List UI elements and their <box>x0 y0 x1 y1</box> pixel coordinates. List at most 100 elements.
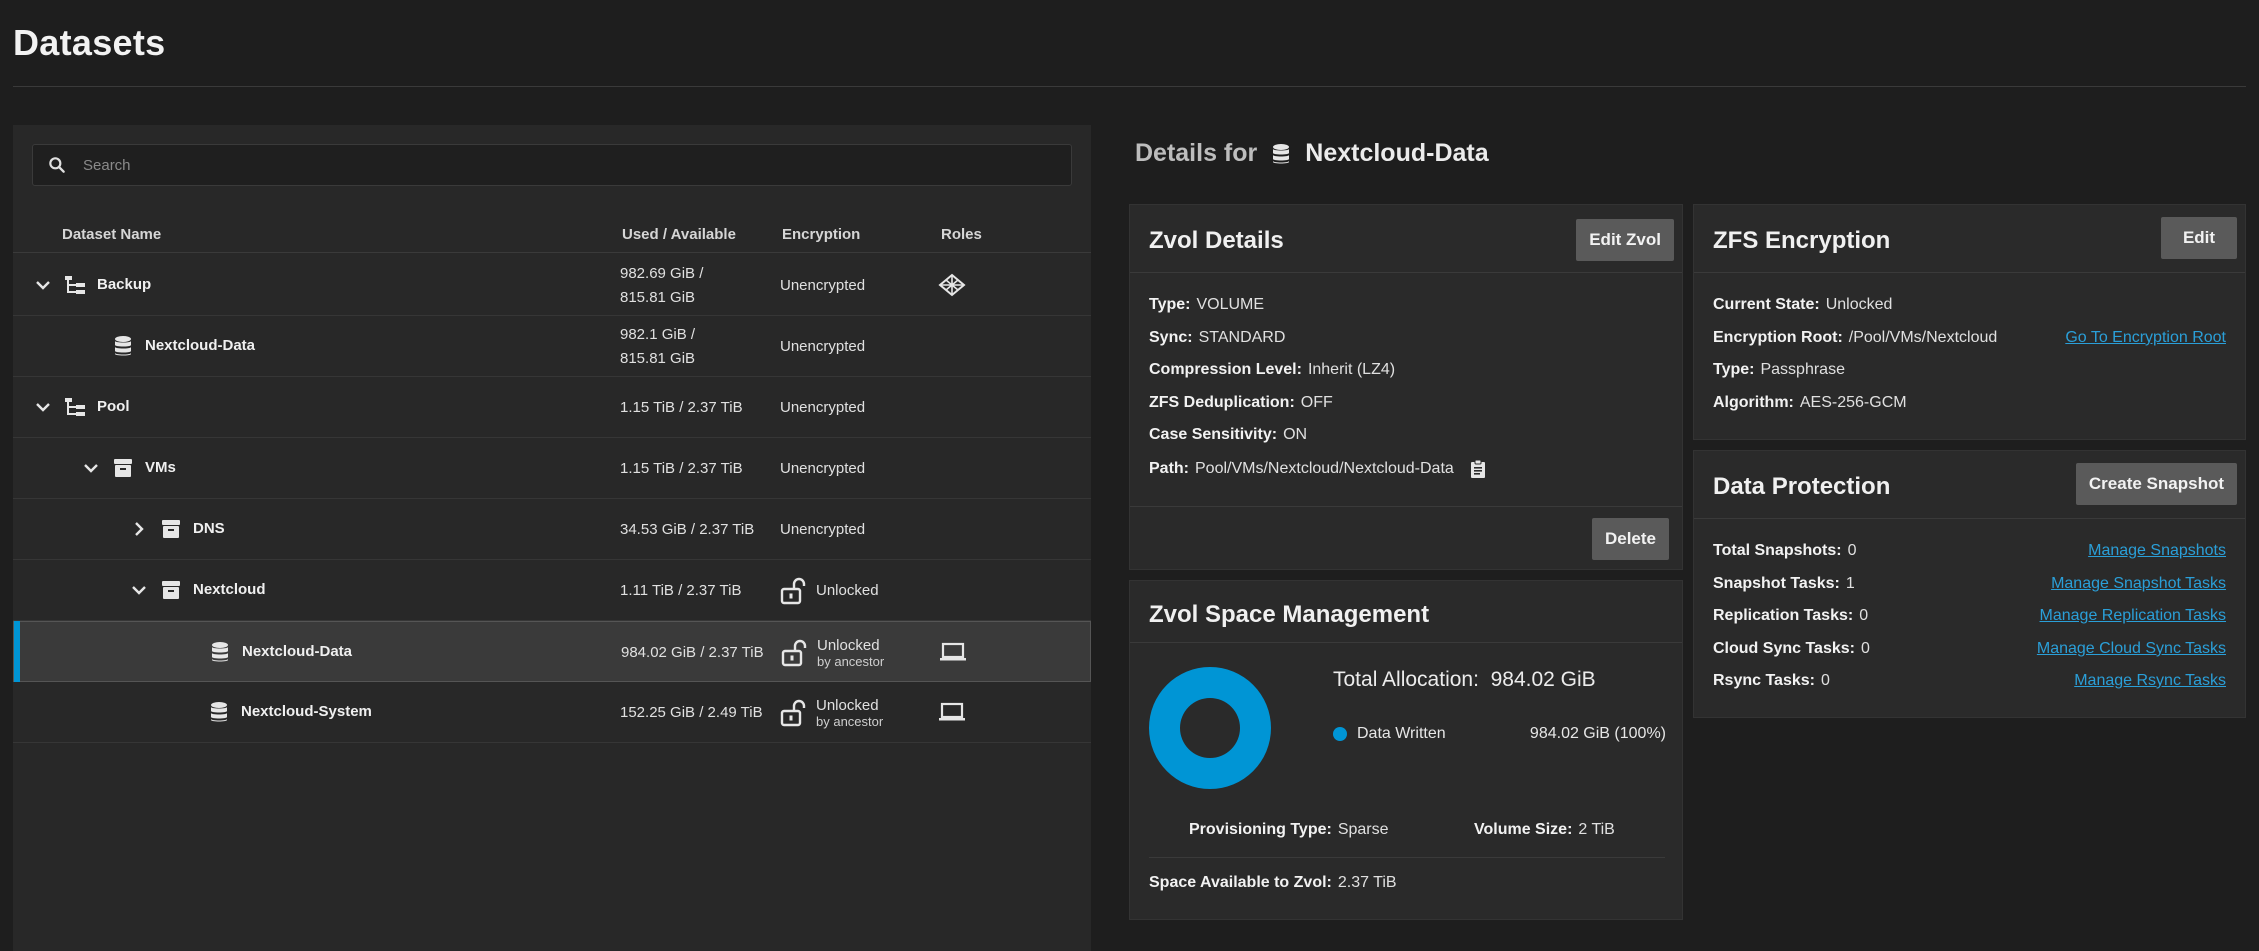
dataset-name: Nextcloud-System <box>241 703 372 720</box>
delete-button[interactable]: Delete <box>1591 518 1669 560</box>
dataset-name: DNS <box>193 520 225 537</box>
field-label: Path: <box>1149 460 1189 477</box>
archive-icon <box>162 581 180 599</box>
encryption-root: Encryption Root: /Pool/VMs/Nextcloud <box>1713 329 1997 347</box>
used-line: 982.1 GiB / <box>620 325 696 343</box>
available-line: 815.81 GiB <box>620 288 696 306</box>
field-label: Replication Tasks: <box>1713 607 1854 624</box>
pool-tree-icon <box>65 398 85 416</box>
field-value: Inherit (LZ4) <box>1307 361 1396 378</box>
create-snapshot-button[interactable]: Create Snapshot <box>2075 463 2237 505</box>
field-label: Type: <box>1149 296 1191 313</box>
dataset-name: Pool <box>97 398 130 415</box>
encryption-status: Unencrypted <box>780 460 866 477</box>
field-value: AES-256-GCM <box>1799 394 1907 411</box>
provisioning-type: Provisioning Type: Sparse <box>1189 821 1389 839</box>
used-available: 1.15 TiB / 2.37 TiB <box>620 398 743 416</box>
field-label: Volume Size: <box>1474 821 1573 838</box>
edit-encryption-button[interactable]: Edit <box>2161 217 2237 259</box>
tree-row-dns[interactable]: DNS 34.53 GiB / 2.37 TiB Unencrypted <box>13 499 1091 560</box>
page-title: Datasets <box>13 22 166 63</box>
search-box[interactable] <box>32 144 1072 186</box>
manage-replication-tasks-link[interactable]: Manage Replication Tasks <box>2040 607 2226 625</box>
chevron-right-icon[interactable] <box>129 519 149 539</box>
zvol-sync: Sync: STANDARD <box>1149 329 1285 347</box>
dataset-name: Nextcloud <box>193 581 266 598</box>
used-available: 34.53 GiB / 2.37 TiB <box>620 520 755 538</box>
field-value: 2.37 TiB <box>1337 874 1397 891</box>
manage-snapshot-tasks-link[interactable]: Manage Snapshot Tasks <box>2051 575 2226 593</box>
total-allocation-value: 984.02 GiB <box>1490 668 1596 691</box>
tree-row-nextcloud[interactable]: Nextcloud 1.11 TiB / 2.37 TiB Unlocked <box>13 560 1091 621</box>
manage-cloud-sync-tasks-link[interactable]: Manage Cloud Sync Tasks <box>2037 640 2226 658</box>
vm-role-icon <box>939 702 965 721</box>
database-icon <box>1273 143 1290 163</box>
field-label: Rsync Tasks: <box>1713 672 1815 689</box>
chevron-down-icon[interactable] <box>81 458 101 478</box>
go-to-encryption-root-link[interactable]: Go To Encryption Root <box>2065 329 2226 347</box>
replication-tasks: Replication Tasks: 0 <box>1713 607 1868 625</box>
chevron-down-icon[interactable] <box>33 275 53 295</box>
tree-row-nextcloud-system[interactable]: Nextcloud-System 152.25 GiB / 2.49 TiB U… <box>13 682 1091 743</box>
encryption-status: Unencrypted <box>780 521 866 538</box>
field-value: 0 <box>1820 672 1830 689</box>
archive-icon <box>162 520 180 538</box>
encryption-algorithm: Algorithm: AES-256-GCM <box>1713 394 1907 412</box>
volume-size: Volume Size: 2 TiB <box>1474 821 1615 839</box>
tree-row-nextcloud-data[interactable]: Nextcloud-Data 984.02 GiB / 2.37 TiB Unl… <box>13 621 1091 682</box>
field-label: Total Snapshots: <box>1713 542 1842 559</box>
used-available: 982.69 GiB / 815.81 GiB <box>620 255 770 316</box>
column-encryption[interactable]: Encryption <box>782 226 860 243</box>
field-label: Space Available to Zvol: <box>1149 874 1332 891</box>
field-value: Unlocked <box>1825 296 1893 313</box>
legend-swatch <box>1333 727 1347 741</box>
zvol-case-sensitivity: Case Sensitivity: ON <box>1149 426 1307 444</box>
field-label: Snapshot Tasks: <box>1713 575 1840 592</box>
snapshot-tasks: Snapshot Tasks: 1 <box>1713 575 1855 593</box>
field-value: 1 <box>1845 575 1855 592</box>
column-dataset-name[interactable]: Dataset Name <box>62 226 161 243</box>
database-icon <box>115 336 131 356</box>
card-title: Zvol Space Management <box>1149 601 1430 628</box>
field-value: Pool/VMs/Nextcloud/Nextcloud-Data <box>1195 460 1454 477</box>
dataset-name: VMs <box>145 459 176 476</box>
zfs-encryption-card: ZFS Encryption Edit Current State: Unlock… <box>1693 204 2246 440</box>
card-header: ZFS Encryption Edit <box>1694 205 2245 273</box>
field-value: /Pool/VMs/Nextcloud <box>1848 329 1998 346</box>
used-line: 982.69 GiB / <box>620 264 704 282</box>
clipboard-icon[interactable] <box>1468 459 1488 479</box>
field-label: Provisioning Type: <box>1189 821 1332 838</box>
search-input[interactable] <box>83 145 1063 185</box>
encryption-status-wrap: Unlocked by ancestor <box>817 637 884 669</box>
chevron-down-icon[interactable] <box>33 397 53 417</box>
space-available: Space Available to Zvol: 2.37 TiB <box>1149 874 1397 892</box>
field-value: Sparse <box>1337 821 1389 838</box>
encryption-status: Unlocked <box>817 636 880 654</box>
manage-rsync-tasks-link[interactable]: Manage Rsync Tasks <box>2074 672 2226 690</box>
edit-zvol-button[interactable]: Edit Zvol <box>1576 219 1674 261</box>
pool-tree-icon <box>65 276 85 294</box>
chevron-down-icon[interactable] <box>129 580 149 600</box>
column-used-available[interactable]: Used / Available <box>622 226 736 243</box>
dataset-name: Nextcloud-Data <box>242 643 353 660</box>
tree-row-pool[interactable]: Pool 1.15 TiB / 2.37 TiB Unencrypted <box>13 377 1091 438</box>
unlocked-icon <box>780 699 806 726</box>
details-dataset-name: Nextcloud-Data <box>1305 139 1489 167</box>
encryption-status: Unlocked <box>816 582 879 599</box>
card-header: Zvol Space Management <box>1130 581 1682 643</box>
encryption-cell: Unlocked <box>780 560 879 621</box>
manage-snapshots-link[interactable]: Manage Snapshots <box>2088 542 2226 560</box>
tree-row-backup[interactable]: Backup 982.69 GiB / 815.81 GiB Unencrypt… <box>13 255 1091 316</box>
dataset-name: Backup <box>97 276 152 293</box>
total-snapshots: Total Snapshots: 0 <box>1713 542 1857 560</box>
data-protection-card: Data Protection Create Snapshot Total Sn… <box>1693 450 2246 718</box>
rsync-tasks: Rsync Tasks: 0 <box>1713 672 1830 690</box>
card-header: Data Protection Create Snapshot <box>1694 451 2245 519</box>
column-roles[interactable]: Roles <box>941 226 982 243</box>
zvol-compression: Compression Level: Inherit (LZ4) <box>1149 361 1395 379</box>
tree-row-backup-nextcloud-data[interactable]: Nextcloud-Data 982.1 GiB / 815.81 GiB Un… <box>13 316 1091 377</box>
zvol-details-card: Zvol Details Edit Zvol Type: VOLUME Sync:… <box>1129 204 1683 570</box>
tree-row-vms[interactable]: VMs 1.15 TiB / 2.37 TiB Unencrypted <box>13 438 1091 499</box>
encryption-current-state: Current State: Unlocked <box>1713 296 1892 314</box>
available-line: 815.81 GiB <box>620 349 696 367</box>
